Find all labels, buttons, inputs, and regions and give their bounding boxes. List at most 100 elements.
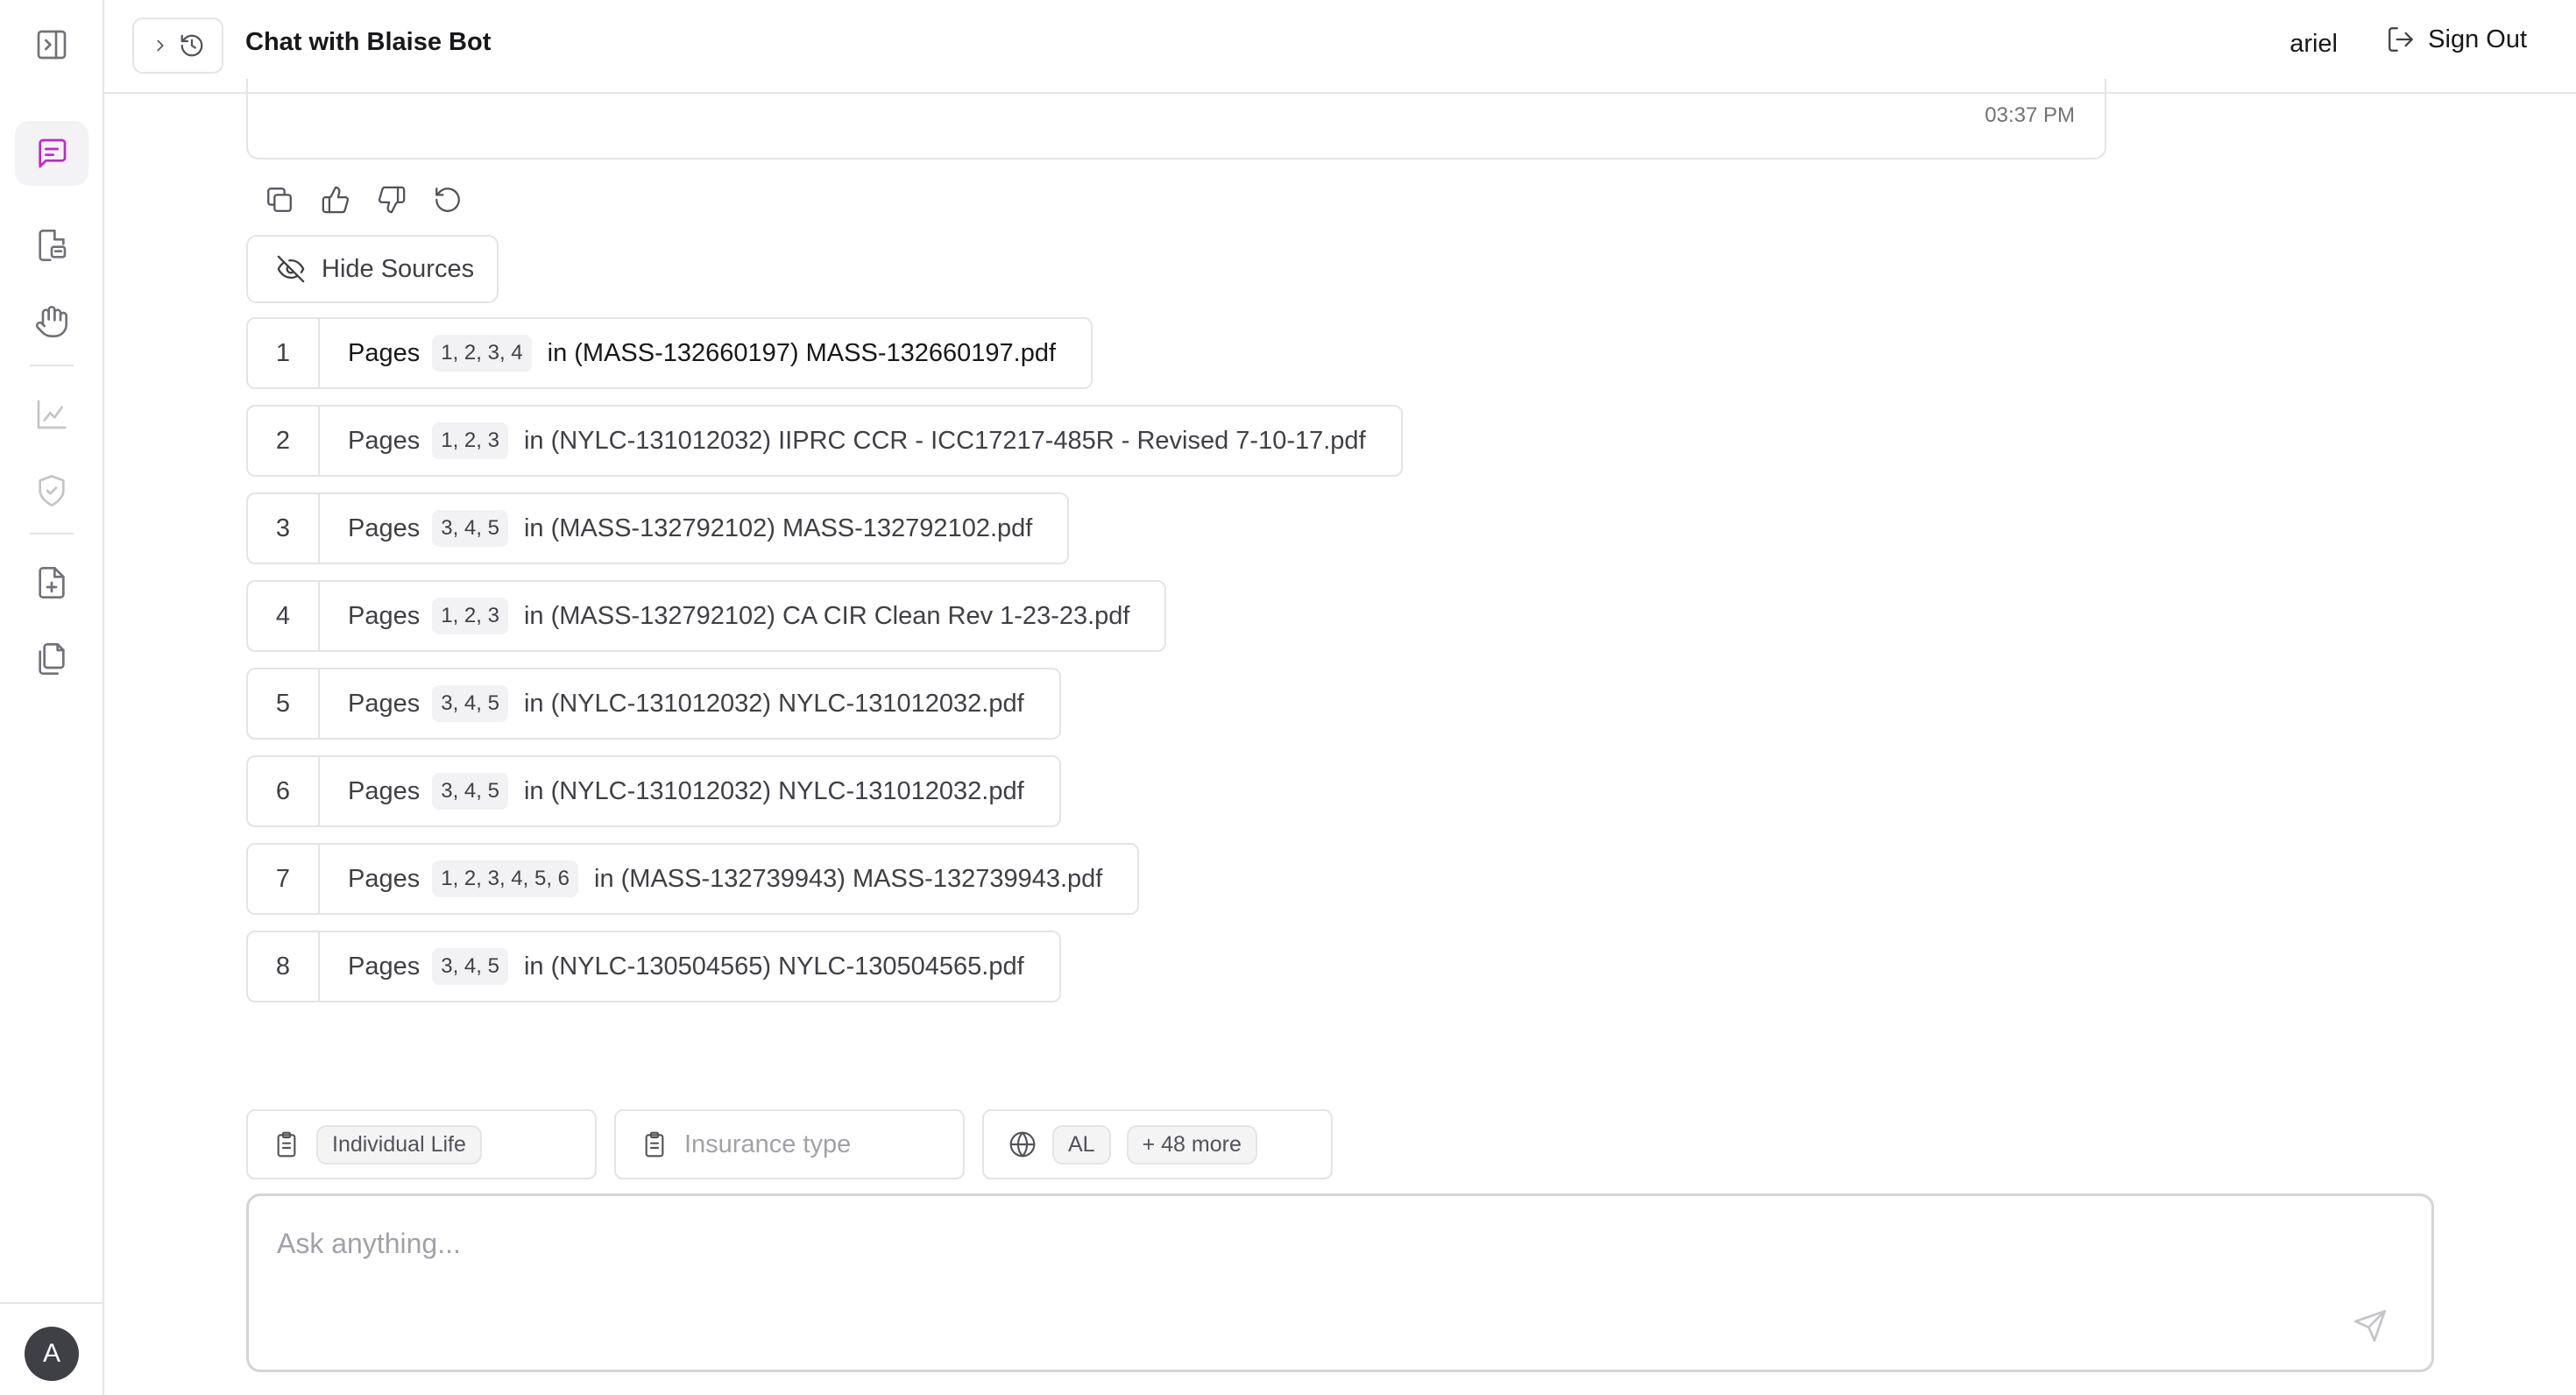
pages-chip: 1, 2, 3, 4, 5, 6 — [432, 860, 578, 897]
hand-icon — [35, 306, 67, 337]
page-title: Chat with Blaise Bot — [245, 28, 492, 56]
source-body: Pages 1, 2, 3, 4 in (MASS-132660197) MAS… — [320, 319, 1091, 387]
thumbs-up-icon — [322, 186, 350, 214]
source-file: in (NYLC-130504565) NYLC-130504565.pdf — [523, 952, 1024, 981]
pages-label: Pages — [348, 513, 421, 542]
copy-icon — [267, 188, 292, 212]
pages-chip: 1, 2, 3 — [432, 422, 508, 459]
globe-icon — [1009, 1131, 1036, 1158]
source-item[interactable]: 7 Pages 1, 2, 3, 4, 5, 6 in (MASS-132739… — [246, 843, 1140, 915]
insurance-type-filter[interactable]: Insurance type — [614, 1109, 965, 1179]
source-file: in (NYLC-131012032) NYLC-131012032.pdf — [523, 776, 1024, 805]
thumbs-up-button[interactable] — [319, 183, 352, 216]
state-filter[interactable]: AL + 48 more — [982, 1109, 1333, 1179]
clipboard-icon — [645, 1131, 664, 1158]
more-states-chip[interactable]: + 48 more — [1126, 1124, 1257, 1165]
clipboard-icon — [277, 1131, 296, 1158]
source-number: 3 — [248, 494, 320, 563]
source-number: 8 — [248, 932, 320, 1001]
sidebar: A — [0, 0, 104, 1395]
nav-chat-button[interactable] — [15, 121, 88, 186]
product-chip[interactable]: Individual Life — [316, 1124, 482, 1165]
file-plus-icon — [39, 567, 65, 598]
source-body: Pages 1, 2, 3 in (MASS-132792102) CA CIR… — [320, 582, 1164, 650]
source-item[interactable]: 1 Pages 1, 2, 3, 4 in (MASS-132660197) M… — [246, 317, 1093, 389]
pages-label: Pages — [348, 952, 421, 981]
chat-input-box[interactable] — [246, 1193, 2434, 1372]
history-icon — [180, 34, 203, 57]
source-body: Pages 3, 4, 5 in (MASS-132792102) MASS-1… — [320, 494, 1067, 563]
chat-icon — [39, 138, 67, 168]
source-file: in (NYLC-131012032) NYLC-131012032.pdf — [523, 689, 1024, 718]
avatar[interactable]: A — [25, 1327, 79, 1381]
source-number: 4 — [248, 582, 320, 650]
panel-toggle-icon — [37, 30, 67, 60]
source-file: in (MASS-132660197) MASS-132660197.pdf — [547, 338, 1057, 367]
message-actions — [263, 183, 464, 216]
source-item[interactable]: 6 Pages 3, 4, 5 in (NYLC-131012032) NYLC… — [246, 755, 1061, 827]
source-item[interactable]: 5 Pages 3, 4, 5 in (NYLC-131012032) NYLC… — [246, 668, 1061, 740]
pages-label: Pages — [348, 689, 421, 718]
source-body: Pages 1, 2, 3 in (NYLC-131012032) IIPRC … — [320, 407, 1401, 475]
pages-label: Pages — [348, 338, 421, 367]
source-number: 2 — [248, 407, 320, 475]
shield-check-icon — [39, 475, 65, 506]
pages-chip: 3, 4, 5 — [432, 948, 508, 985]
thumbs-down-button[interactable] — [375, 183, 408, 216]
source-item[interactable]: 2 Pages 1, 2, 3 in (NYLC-131012032) IIPR… — [246, 405, 1403, 477]
source-file: in (NYLC-131012032) IIPRC CCR - ICC17217… — [523, 426, 1366, 455]
assistant-message-card: 03:37 PM — [246, 79, 2106, 159]
source-body: Pages 3, 4, 5 in (NYLC-131012032) NYLC-1… — [320, 669, 1059, 738]
nav-documents-button[interactable] — [15, 213, 88, 278]
hide-sources-label: Hide Sources — [322, 254, 475, 283]
source-body: Pages 3, 4, 5 in (NYLC-131012032) NYLC-1… — [320, 757, 1059, 825]
sidebar-divider — [30, 533, 74, 535]
panel-toggle-button[interactable] — [15, 12, 88, 77]
pages-label: Pages — [348, 776, 421, 805]
hide-sources-button[interactable]: Hide Sources — [246, 235, 499, 303]
source-item[interactable]: 4 Pages 1, 2, 3 in (MASS-132792102) CA C… — [246, 580, 1167, 652]
pages-chip: 3, 4, 5 — [432, 685, 508, 722]
pages-label: Pages — [348, 864, 421, 893]
state-chip[interactable]: AL — [1052, 1124, 1111, 1165]
nav-compliance-button[interactable] — [15, 458, 88, 523]
pages-chip: 3, 4, 5 — [432, 510, 508, 547]
chart-icon — [37, 400, 67, 429]
chat-history-button[interactable] — [132, 18, 223, 74]
source-file: in (MASS-132792102) MASS-132792102.pdf — [523, 513, 1033, 542]
source-item[interactable]: 3 Pages 3, 4, 5 in (MASS-132792102) MASS… — [246, 492, 1070, 564]
copy-button[interactable] — [263, 183, 296, 216]
pages-label: Pages — [348, 426, 421, 455]
source-file: in (MASS-132792102) CA CIR Clean Rev 1-2… — [523, 601, 1130, 630]
nav-hand-button[interactable] — [15, 289, 88, 354]
source-number: 1 — [248, 319, 320, 387]
source-number: 6 — [248, 757, 320, 825]
pages-chip: 1, 2, 3, 4 — [432, 335, 532, 372]
pages-chip: 3, 4, 5 — [432, 773, 508, 810]
copy-files-icon — [39, 643, 65, 675]
sign-out-button[interactable]: Sign Out — [2386, 25, 2527, 54]
sign-out-label: Sign Out — [2428, 25, 2527, 53]
nav-new-file-button[interactable] — [15, 550, 88, 615]
message-timestamp: 03:37 PM — [1985, 103, 2075, 127]
source-file: in (MASS-132739943) MASS-132739943.pdf — [594, 864, 1103, 893]
eye-off-icon — [277, 255, 305, 283]
nav-analytics-button[interactable] — [15, 382, 88, 447]
source-body: Pages 1, 2, 3, 4, 5, 6 in (MASS-13273994… — [320, 845, 1137, 913]
pages-chip: 1, 2, 3 — [432, 598, 508, 634]
product-filter[interactable]: Individual Life — [246, 1109, 597, 1179]
source-number: 5 — [248, 669, 320, 738]
source-body: Pages 3, 4, 5 in (NYLC-130504565) NYLC-1… — [320, 932, 1059, 1001]
pages-label: Pages — [348, 601, 421, 630]
sign-out-icon — [2388, 27, 2414, 52]
chat-input[interactable] — [277, 1228, 2029, 1260]
insurance-type-placeholder: Insurance type — [684, 1129, 852, 1158]
source-item[interactable]: 8 Pages 3, 4, 5 in (NYLC-130504565) NYLC… — [246, 931, 1061, 1002]
send-icon[interactable] — [2353, 1308, 2388, 1343]
nav-files-button[interactable] — [15, 627, 88, 691]
thumbs-down-icon — [378, 186, 406, 214]
sidebar-footer: A — [0, 1302, 103, 1395]
user-name: ariel — [2289, 30, 2338, 58]
regenerate-button[interactable] — [431, 183, 464, 216]
chevron-right-icon — [157, 39, 164, 52]
